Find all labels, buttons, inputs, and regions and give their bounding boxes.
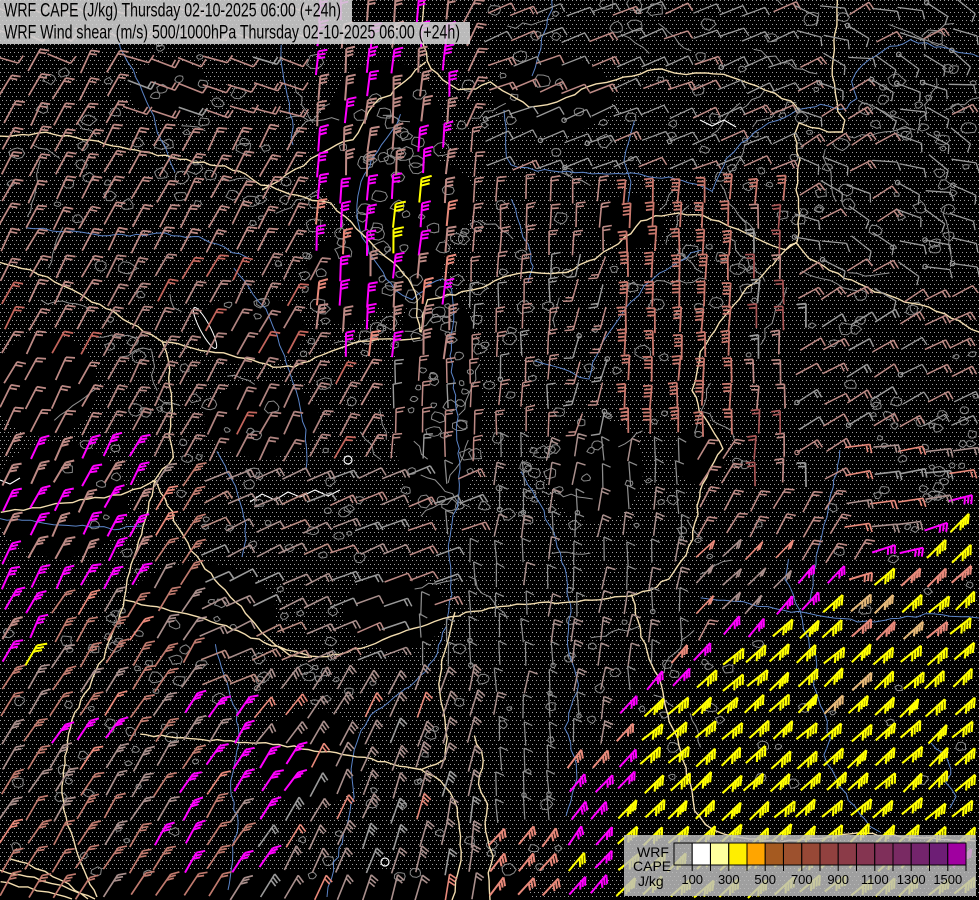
svg-text:WRF CAPE (J/kg) Thursday 02-10: WRF CAPE (J/kg) Thursday 02-10-2025 06:0… bbox=[4, 1, 341, 22]
svg-text:1100: 1100 bbox=[861, 872, 889, 887]
svg-text:100: 100 bbox=[681, 872, 703, 887]
svg-text:WRF Wind shear (m/s) 500/1000h: WRF Wind shear (m/s) 500/1000hPa Thursda… bbox=[4, 23, 460, 44]
svg-text:1300: 1300 bbox=[897, 872, 926, 887]
svg-text:CAPE: CAPE bbox=[633, 858, 671, 874]
svg-text:1500: 1500 bbox=[933, 872, 962, 887]
svg-text:700: 700 bbox=[791, 872, 813, 887]
svg-text:J/kg: J/kg bbox=[638, 873, 664, 889]
svg-text:500: 500 bbox=[754, 872, 776, 887]
svg-text:300: 300 bbox=[718, 872, 740, 887]
svg-text:900: 900 bbox=[827, 872, 849, 887]
